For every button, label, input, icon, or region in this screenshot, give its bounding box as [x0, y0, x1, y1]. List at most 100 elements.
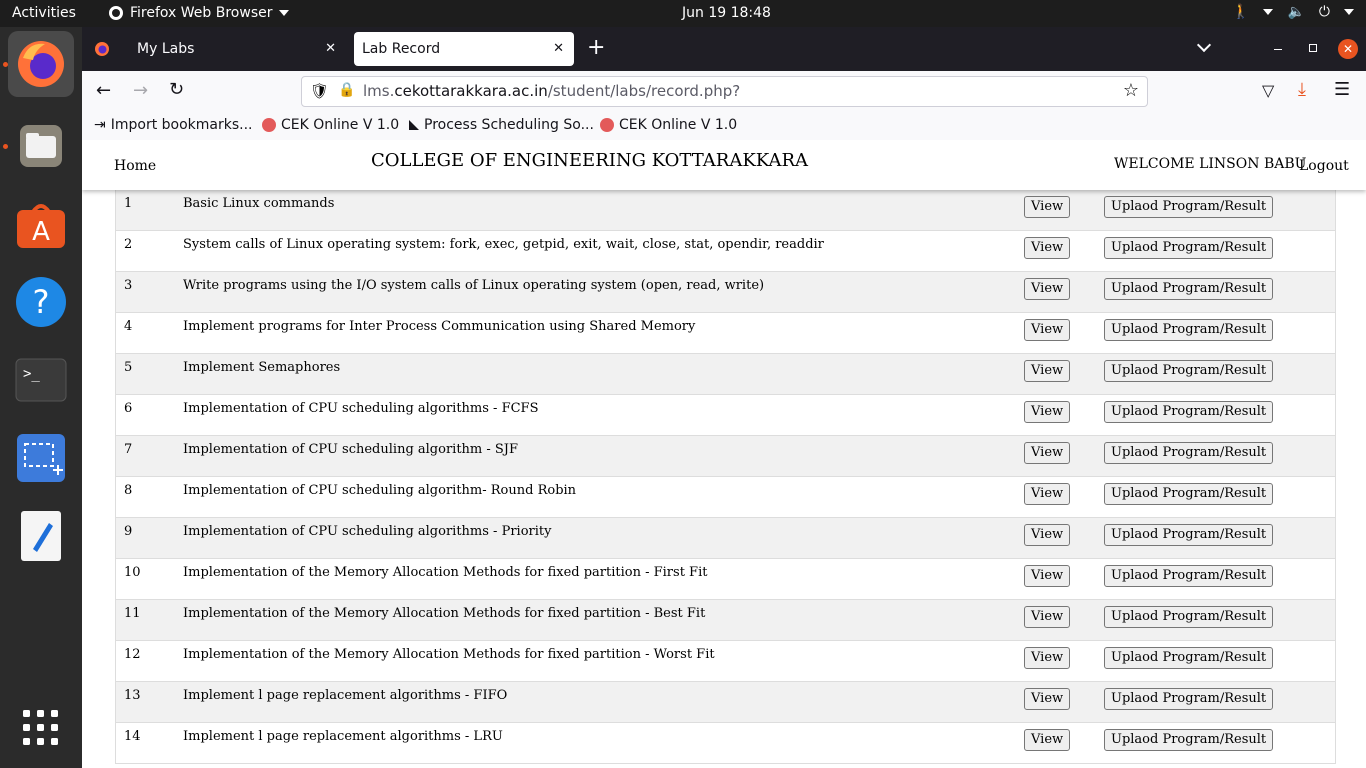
upload-button[interactable]: Uplaod Program/Result	[1104, 688, 1274, 710]
url-bar[interactable]: 🛡 🔒 lms.cekottarakkara.ac.in/student/lab…	[301, 76, 1148, 107]
view-button[interactable]: View	[1024, 278, 1071, 300]
terminal-dock-icon[interactable]: >_	[8, 347, 74, 413]
upload-button[interactable]: Uplaod Program/Result	[1104, 196, 1274, 218]
upload-button[interactable]: Uplaod Program/Result	[1104, 524, 1274, 546]
star-icon[interactable]: ☆	[1123, 80, 1139, 101]
table-row: 11 Implementation of the Memory Allocatio…	[116, 600, 1335, 641]
lab-number: 3	[124, 278, 133, 293]
view-button[interactable]: View	[1024, 401, 1071, 423]
table-row: 3 Write programs using the I/O system cal…	[116, 272, 1335, 313]
upload-button[interactable]: Uplaod Program/Result	[1104, 278, 1274, 300]
download-icon[interactable]: ⤓	[1298, 79, 1306, 100]
welcome-text: WELCOME LINSON BABU	[1114, 156, 1307, 172]
view-button[interactable]: View	[1024, 565, 1071, 587]
lab-title: Implementation of CPU scheduling algorit…	[183, 524, 552, 539]
lab-title: Implement programs for Inter Process Com…	[183, 319, 696, 334]
files-dock-icon[interactable]	[8, 113, 74, 179]
view-button[interactable]: View	[1024, 442, 1071, 464]
bookmark-cek-online[interactable]: CEK Online V 1.0	[262, 117, 399, 133]
upload-button[interactable]: Uplaod Program/Result	[1104, 483, 1274, 505]
lab-table: 1 Basic Linux commands View Uplaod Program/…	[115, 190, 1336, 764]
app-center-dock-icon[interactable]: A	[8, 191, 74, 257]
logout-link[interactable]: Logout	[1299, 158, 1349, 174]
view-button[interactable]: View	[1024, 647, 1071, 669]
firefox-dock-icon[interactable]	[8, 31, 74, 97]
url-text[interactable]: lms.cekottarakkara.ac.in/student/labs/re…	[363, 82, 740, 100]
new-tab-icon[interactable]: +	[587, 35, 605, 60]
upload-button[interactable]: Uplaod Program/Result	[1104, 319, 1274, 341]
menu-icon[interactable]: ☰	[1334, 79, 1350, 100]
close-window-icon[interactable]: ✕	[1338, 39, 1358, 59]
bookmark-cek-online-2[interactable]: CEK Online V 1.0	[600, 117, 737, 133]
upload-button[interactable]: Uplaod Program/Result	[1104, 442, 1274, 464]
table-row: 5 Implement Semaphores View Uplaod Program/…	[116, 354, 1335, 395]
lab-number: 12	[124, 647, 141, 662]
view-button[interactable]: View	[1024, 237, 1071, 259]
maximize-icon[interactable]	[1309, 44, 1317, 52]
upload-button[interactable]: Uplaod Program/Result	[1104, 565, 1274, 587]
lab-number: 4	[124, 319, 133, 334]
bookmark-import[interactable]: ⇥ Import bookmarks...	[94, 117, 253, 133]
table-row: 6 Implementation of CPU scheduling algori…	[116, 395, 1335, 436]
reload-icon[interactable]: ↻	[169, 79, 184, 100]
list-all-tabs-icon[interactable]	[1196, 37, 1212, 53]
upload-button[interactable]: Uplaod Program/Result	[1104, 401, 1274, 423]
view-button[interactable]: View	[1024, 319, 1071, 341]
lab-number: 7	[124, 442, 133, 457]
lock-icon[interactable]: 🔒	[338, 82, 355, 98]
lab-title: Implement l page replacement algorithms …	[183, 729, 503, 744]
view-button[interactable]: View	[1024, 196, 1071, 218]
view-button[interactable]: View	[1024, 688, 1071, 710]
close-icon[interactable]: ✕	[553, 41, 564, 56]
show-apps-icon[interactable]	[8, 695, 74, 761]
svg-text:>_: >_	[23, 366, 40, 382]
table-row: 10 Implementation of the Memory Allocatio…	[116, 559, 1335, 600]
activities-button[interactable]: Activities	[12, 5, 76, 21]
view-button[interactable]: View	[1024, 606, 1071, 628]
clock[interactable]: Jun 19 18:48	[682, 5, 771, 21]
svg-text:?: ?	[33, 283, 50, 321]
pocket-icon[interactable]: ▽	[1262, 81, 1274, 100]
chevron-down-icon	[1263, 9, 1274, 15]
accessibility-icon[interactable]: 🚶	[1232, 4, 1249, 20]
upload-button[interactable]: Uplaod Program/Result	[1104, 237, 1274, 259]
lab-title: System calls of Linux operating system: …	[183, 237, 824, 252]
system-tray[interactable]: 🚶 🔈 ⏻	[1232, 4, 1354, 20]
app-menu[interactable]: Firefox Web Browser	[108, 5, 289, 21]
text-editor-dock-icon[interactable]	[8, 503, 74, 569]
home-link[interactable]: Home	[114, 158, 156, 174]
view-button[interactable]: View	[1024, 524, 1071, 546]
tab-lab-record[interactable]: Lab Record ✕	[354, 32, 574, 66]
volume-icon[interactable]: 🔈	[1287, 4, 1304, 20]
lab-number: 1	[124, 196, 133, 211]
help-dock-icon[interactable]: ?	[8, 269, 74, 335]
upload-button[interactable]: Uplaod Program/Result	[1104, 647, 1274, 669]
table-row: 1 Basic Linux commands View Uplaod Program/…	[116, 190, 1335, 231]
shield-icon[interactable]: 🛡	[310, 82, 329, 100]
view-button[interactable]: View	[1024, 729, 1071, 751]
tab-title: Lab Record	[362, 41, 441, 57]
upload-button[interactable]: Uplaod Program/Result	[1104, 606, 1274, 628]
lab-number: 5	[124, 360, 133, 375]
lab-number: 13	[124, 688, 141, 703]
bookmark-process-scheduling[interactable]: Process Scheduling So...	[409, 117, 594, 133]
upload-button[interactable]: Uplaod Program/Result	[1104, 729, 1274, 751]
firefox-small-icon	[109, 6, 123, 20]
tab-my-labs[interactable]: My Labs ✕	[124, 32, 346, 66]
import-icon: ⇥	[94, 117, 106, 133]
site-favicon-icon	[409, 120, 419, 130]
minimize-icon[interactable]	[1274, 49, 1282, 50]
back-icon[interactable]: ←	[96, 80, 111, 101]
table-row: 7 Implementation of CPU scheduling algori…	[116, 436, 1335, 477]
forward-icon[interactable]: →	[133, 80, 148, 101]
close-icon[interactable]: ✕	[325, 41, 336, 56]
table-row: 9 Implementation of CPU scheduling algori…	[116, 518, 1335, 559]
upload-button[interactable]: Uplaod Program/Result	[1104, 360, 1274, 382]
view-button[interactable]: View	[1024, 483, 1071, 505]
bookmarks-bar: ⇥ Import bookmarks... CEK Online V 1.0 P…	[82, 111, 1366, 141]
firefox-view-icon[interactable]	[94, 41, 110, 57]
table-row: 8 Implementation of CPU scheduling algori…	[116, 477, 1335, 518]
view-button[interactable]: View	[1024, 360, 1071, 382]
power-icon[interactable]: ⏻	[1319, 4, 1330, 20]
screenshot-dock-icon[interactable]	[8, 425, 74, 491]
